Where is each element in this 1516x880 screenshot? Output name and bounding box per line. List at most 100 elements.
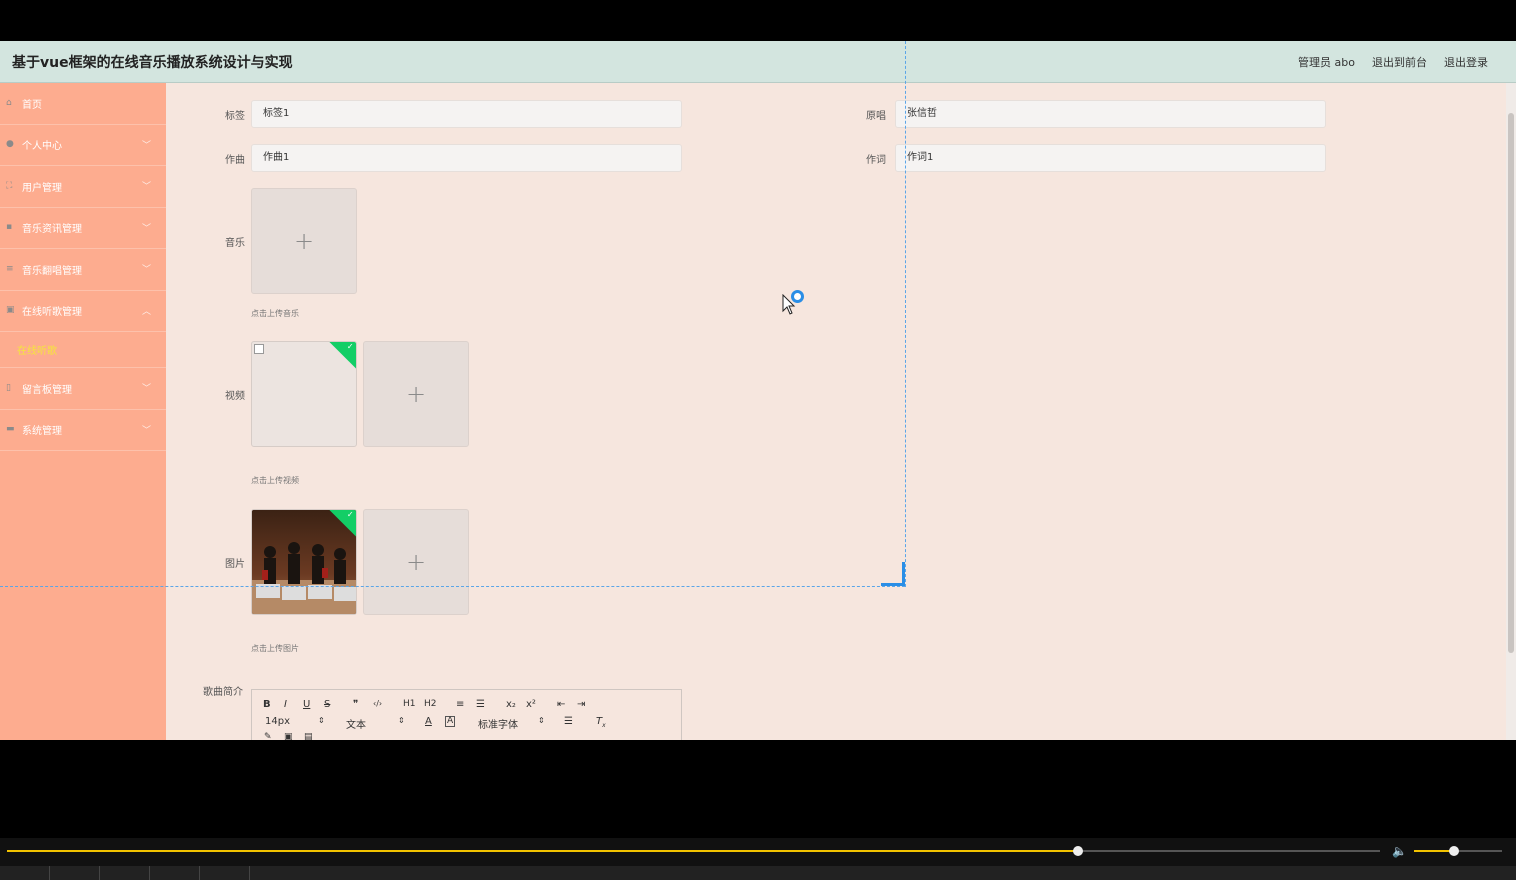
check-icon: ✓ [346,341,354,351]
lyricist-label: 作词 [866,155,886,166]
image-label: 图片 [225,559,245,570]
seek-bar-handle[interactable] [1072,846,1083,856]
composer-input[interactable]: 作曲1 [251,144,682,172]
clear-format-icon[interactable]: Tx [596,716,606,729]
composer-label: 作曲 [225,155,245,166]
sidebar-item-label: 在线听歌管理 [22,307,82,319]
tag-input[interactable]: 标签1 [251,100,682,128]
taskbar-slot[interactable] [100,866,150,880]
check-icon: ✓ [346,509,354,519]
taskbar-slot[interactable] [200,866,250,880]
music-label: 音乐 [225,238,245,249]
ordered-list-button[interactable]: ≡ [456,699,464,710]
sidebar-item-system-management[interactable]: ▬ 系统管理 ﹀ [0,410,166,451]
taskbar-slot[interactable] [150,866,200,880]
song-intro-label: 歌曲简介 [203,687,243,698]
user-icon: ● [6,139,14,150]
indent-button[interactable]: ⇥ [577,699,585,710]
mic-icon: ▯ [6,382,11,393]
outdent-button[interactable]: ⇤ [557,699,565,710]
image-insert-icon[interactable]: ▣ [284,732,293,740]
sidebar-item-label: 留言板管理 [22,384,72,396]
sidebar-item-personal-center[interactable]: ● 个人中心 ﹀ [0,125,166,166]
chevron-down-icon: ﹀ [141,140,151,151]
code-button[interactable]: ‹/› [373,699,382,708]
video-label: 视频 [225,391,245,402]
upload-success-badge: ✓ [329,341,356,370]
scrollbar-thumb[interactable] [1508,113,1514,653]
singer-input[interactable]: 张信哲 [895,100,1326,128]
music-upload-button[interactable]: + [251,188,357,294]
sidebar-item-home[interactable]: ⌂ 首页 [0,83,166,125]
home-icon: ⌂ [6,97,12,108]
sidebar-menu: ⌂ 首页 ● 个人中心 ﹀ ⛶ 用户管理 ﹀ ▪ 音乐资讯管理 ﹀ ≡ 音乐翻唱… [0,83,166,740]
image-thumbnail[interactable]: ✓ [251,509,357,615]
header-actions: 管理员 abo 退出到前台 退出登录 [1298,54,1488,70]
chevron-down-icon: ﹀ [141,265,151,275]
text-style-select[interactable]: 文本 [346,716,366,731]
underline-button[interactable]: U [303,699,310,710]
sidebar-item-user-management[interactable]: ⛶ 用户管理 ﹀ [0,166,166,208]
align-icon[interactable]: ☰ [564,716,573,727]
video-insert-icon[interactable]: ▤ [304,732,313,740]
bullet-list-button[interactable]: ☰ [476,699,485,710]
news-icon: ▪ [6,222,13,233]
scrollbar-track[interactable] [1506,83,1516,740]
selection-guide-vertical [905,41,906,587]
subscript-button[interactable]: x₂ [506,699,516,710]
lyricist-input[interactable]: 作词1 [895,144,1326,172]
image-upload-hint: 点击上传图片 [251,644,299,653]
image-upload-button[interactable]: + [363,509,469,615]
plus-icon: + [293,227,315,255]
volume-slider[interactable] [1414,846,1502,856]
form-panel: 标签 标签1 原唱 张信哲 作曲 作曲1 作词 作词1 音乐 + 点击上传音乐 … [185,83,1490,740]
tag-label: 标签 [225,111,245,122]
font-family-select[interactable]: 标准字体 [478,716,518,731]
chevron-down-icon: ﹀ [141,223,151,234]
video-thumbnail[interactable]: ✓ [251,341,357,447]
select-arrow-icon: ⇕ [398,716,405,725]
logout-link[interactable]: 退出登录 [1444,54,1488,70]
message-icon: ▬ [6,424,15,435]
top-header: 基于vue框架的在线音乐播放系统设计与实现 管理员 abo 退出到前台 退出登录 [0,41,1516,83]
chevron-down-icon: ﹀ [141,182,151,192]
h2-button[interactable]: H2 [424,699,437,709]
sidebar-item-label: 系统管理 [22,426,62,438]
back-to-front-link[interactable]: 退出到前台 [1372,54,1427,70]
seek-bar[interactable] [7,846,1380,856]
bold-button[interactable]: B [263,699,271,710]
volume-handle[interactable] [1448,846,1459,856]
singer-label: 原唱 [866,111,886,122]
sidebar-item-label: 音乐资讯管理 [22,224,82,236]
page-title: 基于vue框架的在线音乐播放系统设计与实现 [12,55,293,71]
taskbar-slot[interactable] [50,866,100,880]
chevron-down-icon: ﹀ [141,384,151,394]
admin-user-label: 管理员 abo [1298,56,1355,69]
italic-button[interactable]: I [284,699,287,710]
volume-icon[interactable]: 🔈 [1392,844,1407,858]
sidebar-item-label: 个人中心 [22,141,62,153]
font-size-select[interactable]: 14px [265,716,290,727]
link-icon[interactable]: ✎ [264,732,272,740]
superscript-button[interactable]: x² [526,699,536,710]
sidebar-item-message-board[interactable]: ▯ 留言板管理 ﹀ [0,368,166,410]
video-upload-button[interactable]: + [363,341,469,447]
selection-corner-handle[interactable] [881,562,905,586]
background-color-icon[interactable]: A [445,716,456,727]
font-color-icon[interactable]: A [425,716,432,727]
sidebar-item-online-listening[interactable]: ▣ 在线听歌管理 ︿ [0,291,166,332]
h1-button[interactable]: H1 [403,699,416,709]
sidebar-item-music-news[interactable]: ▪ 音乐资讯管理 ﹀ [0,208,166,249]
sidebar-subitem-online-listening[interactable]: 在线听歌 [0,332,166,368]
chevron-up-icon: ︿ [141,306,151,317]
video-upload-hint: 点击上传视频 [251,476,299,485]
taskbar-slot[interactable] [0,866,50,880]
admin-app: 基于vue框架的在线音乐播放系统设计与实现 管理员 abo 退出到前台 退出登录… [0,41,1516,740]
strike-button[interactable]: S [324,699,330,710]
broken-image-icon [254,344,264,354]
select-arrow-icon: ⇕ [318,716,325,725]
list-icon: ≡ [6,263,14,274]
sidebar-item-music-cover[interactable]: ≡ 音乐翻唱管理 ﹀ [0,249,166,291]
quote-button[interactable]: ❞ [353,699,358,710]
sidebar-item-label: 用户管理 [22,182,62,194]
